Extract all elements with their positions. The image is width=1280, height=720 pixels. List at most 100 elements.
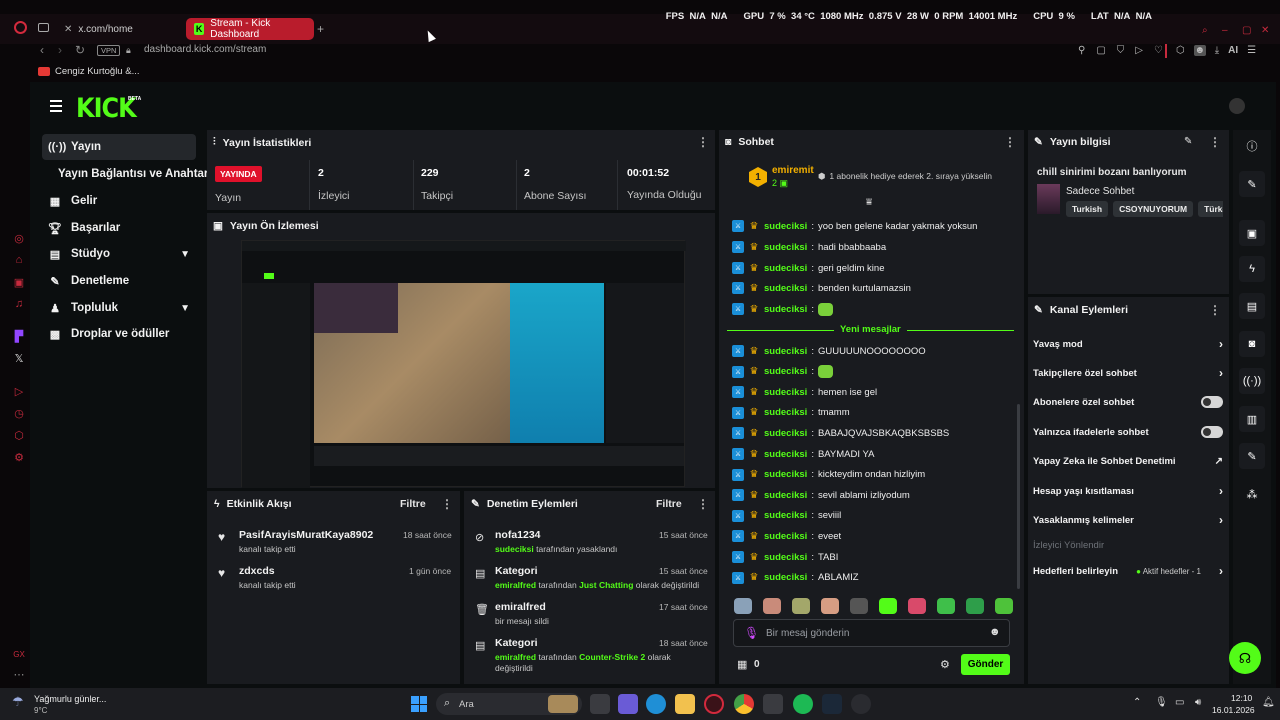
bookmark-item[interactable]: Cengiz Kurtoğlu &...: [38, 66, 140, 77]
close-icon[interactable]: ✕: [64, 24, 72, 35]
chrome-icon[interactable]: [734, 694, 754, 714]
emote-6[interactable]: [879, 598, 897, 614]
file-explorer-icon[interactable]: [675, 694, 695, 714]
emote-4[interactable]: [821, 598, 839, 614]
hamburger-menu-icon[interactable]: [50, 100, 62, 115]
category-name[interactable]: Sadece Sohbet: [1066, 186, 1134, 197]
heart-icon[interactable]: ♡: [1154, 45, 1163, 56]
channel-action-item[interactable]: Hesap yaşı kısıtlaması ›: [1033, 481, 1223, 501]
chat-username[interactable]: sudeciksi: [764, 572, 807, 583]
tag[interactable]: Türkç: [1198, 201, 1223, 217]
network-icon[interactable]: ▭: [1175, 697, 1184, 708]
extensions-sidebar-icon[interactable]: ⬡: [12, 429, 26, 443]
tab-x[interactable]: ✕ x.com/home: [56, 18, 184, 40]
twitch-icon[interactable]: ▛: [12, 330, 26, 344]
opera-gx-icon[interactable]: [704, 694, 724, 714]
channel-action-item[interactable]: Yapay Zeka ile Sohbet Denetimi ↗: [1033, 451, 1223, 471]
chat-more-icon[interactable]: ⋮: [1004, 135, 1016, 149]
messenger-icon[interactable]: ▣: [12, 276, 26, 290]
obs-icon[interactable]: [851, 694, 871, 714]
menu-icon[interactable]: ☰: [1247, 45, 1256, 56]
new-tab-button[interactable]: +: [317, 22, 324, 36]
chat-username[interactable]: sudeciksi: [764, 490, 807, 501]
profile-icon[interactable]: ☻: [1193, 45, 1206, 56]
nav-studyo[interactable]: ▤ Stüdyo ▼: [42, 241, 196, 267]
emote-5[interactable]: [850, 598, 868, 614]
chat-username[interactable]: sudeciksi: [764, 449, 807, 460]
pinned-username[interactable]: emiremit: [772, 165, 814, 176]
tray-chevron-icon[interactable]: ⌃: [1133, 697, 1141, 708]
chat-username[interactable]: sudeciksi: [764, 283, 807, 294]
help-button[interactable]: ☊: [1229, 642, 1261, 674]
maximize-icon[interactable]: ▢: [1242, 25, 1251, 36]
channel-action-item[interactable]: Yavaş mod ›: [1033, 334, 1223, 354]
shopping-icon[interactable]: ⌂: [12, 254, 26, 268]
chat-scrollbar[interactable]: [1017, 404, 1020, 589]
nav-topluluk[interactable]: ♟ Topluluk ▼: [42, 295, 196, 321]
weather-icon[interactable]: ☂: [12, 694, 24, 710]
channel-action-item[interactable]: Hedefleri belirleyin ● Aktif hedefler - 1…: [1033, 561, 1223, 581]
chat-username[interactable]: sudeciksi: [764, 531, 807, 542]
emote-2[interactable]: [763, 598, 781, 614]
lock-icon[interactable]: 🔒︎: [126, 45, 131, 56]
chat-username[interactable]: sudeciksi: [764, 428, 807, 439]
chat-icon[interactable]: ◙: [1239, 331, 1265, 357]
info-more-icon[interactable]: ⋮: [1209, 135, 1221, 149]
nav-denetleme[interactable]: ✎ Denetleme: [42, 268, 196, 294]
clock-date[interactable]: 16.01.2026: [1212, 705, 1255, 715]
minimize-icon[interactable]: –: [1222, 25, 1228, 36]
more-icon[interactable]: ⋯: [12, 668, 26, 682]
settings-icon[interactable]: ⚙: [12, 451, 26, 465]
info-icon[interactable]: ⓘ: [1239, 133, 1265, 159]
emote-8[interactable]: [937, 598, 955, 614]
toggle-switch[interactable]: [1201, 426, 1223, 438]
chat-username[interactable]: sudeciksi: [764, 242, 807, 253]
copilot-icon[interactable]: [618, 694, 638, 714]
ai-icon[interactable]: AI: [1228, 45, 1238, 56]
avatar[interactable]: [1229, 98, 1245, 114]
snapshot-icon[interactable]: ▢: [1096, 45, 1105, 56]
tag[interactable]: Turkish: [1066, 201, 1109, 217]
moderation-more-icon[interactable]: ⋮: [697, 497, 709, 511]
collapse-pinned-icon[interactable]: ⩸: [866, 197, 872, 208]
nav-droplar[interactable]: ▩ Droplar ve ödüller: [42, 321, 196, 347]
emote-10[interactable]: [995, 598, 1013, 614]
actions-more-icon[interactable]: ⋮: [1209, 303, 1221, 317]
nav-gelir[interactable]: ▦ Gelir: [42, 188, 196, 214]
start-button[interactable]: [411, 696, 427, 712]
opera-logo-icon[interactable]: [14, 21, 27, 34]
emoji-icon[interactable]: ☻: [989, 626, 1001, 638]
spotify-icon[interactable]: [793, 694, 813, 714]
nav-yayin[interactable]: ((·)) Yayın: [42, 134, 196, 160]
chat-username[interactable]: sudeciksi: [764, 407, 807, 418]
download-icon[interactable]: ⤓: [1215, 45, 1219, 56]
reload-icon[interactable]: ↻: [75, 43, 85, 57]
search-tabs-icon[interactable]: ⌕: [1202, 25, 1208, 36]
channel-action-item[interactable]: Yalnızca ifadelerle sohbet: [1033, 422, 1223, 442]
wrench-icon[interactable]: ✎: [1239, 443, 1265, 469]
x-icon[interactable]: 𝕏: [12, 352, 26, 366]
chat-username[interactable]: sudeciksi: [764, 304, 807, 315]
broadcast-icon[interactable]: ((·)): [1239, 368, 1265, 394]
edge-icon[interactable]: [646, 694, 666, 714]
weather-text[interactable]: Yağmurlu günler...: [34, 694, 106, 704]
steam-icon[interactable]: [822, 694, 842, 714]
nav-stream-key[interactable]: Yayın Bağlantısı ve Anahtarı: [42, 161, 212, 187]
microphone-icon[interactable]: 🎙︎: [744, 626, 759, 640]
history-icon[interactable]: ◷: [12, 407, 26, 421]
emote-7[interactable]: [908, 598, 926, 614]
stats-more-icon[interactable]: ⋮: [697, 135, 709, 149]
tab-kick-dashboard[interactable]: K Stream - Kick Dashboard: [186, 18, 314, 40]
activity-filter-button[interactable]: Filtre: [400, 498, 426, 510]
forward-icon[interactable]: ›: [58, 43, 62, 57]
category-thumbnail[interactable]: [1037, 184, 1060, 214]
chat-username[interactable]: sudeciksi: [764, 510, 807, 521]
nav-basarilar[interactable]: 🏆︎ Başarılar: [42, 215, 196, 241]
channel-action-item[interactable]: Yasaklanmış kelimeler ›: [1033, 510, 1223, 530]
chat-username[interactable]: sudeciksi: [764, 552, 807, 563]
window-close-icon[interactable]: ✕: [1261, 25, 1269, 36]
play-icon[interactable]: ▷: [1135, 45, 1143, 56]
chat-username[interactable]: sudeciksi: [764, 346, 807, 357]
channel-action-item[interactable]: Takipçilere özel sohbet ›: [1033, 363, 1223, 383]
emote-9[interactable]: [966, 598, 984, 614]
